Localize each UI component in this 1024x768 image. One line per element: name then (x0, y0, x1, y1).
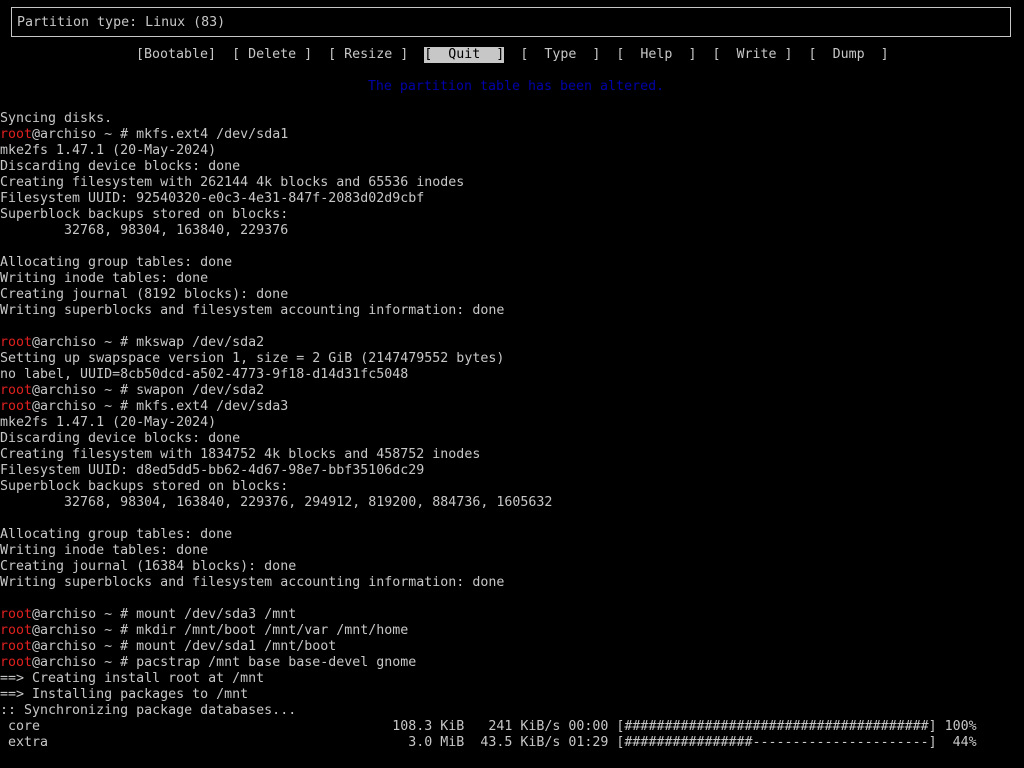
line-text: :: Synchronizing package databases... (0, 703, 297, 718)
menu-help-button[interactable]: [ Help ] (616, 47, 696, 63)
menu-write-button[interactable]: [ Write ] (712, 47, 792, 63)
line-text: mke2fs 1.47.1 (20-May-2024) (0, 143, 217, 158)
line-text: 32768, 98304, 163840, 229376 (0, 223, 289, 238)
line-text: ==> Creating install root at /mnt (0, 671, 265, 686)
status-message: The partition table has been altered. (367, 79, 665, 94)
prompt-line: root@archiso ~ # swapon /dev/sda2 (0, 383, 264, 399)
prompt-user: root (0, 623, 33, 638)
output-line: core 108.3 KiB 241 KiB/s 00:00 [########… (0, 719, 977, 735)
output-line: Creating filesystem with 262144 4k block… (0, 175, 464, 191)
line-text: @archiso ~ # mkdir /mnt/boot /mnt/var /m… (32, 623, 409, 638)
output-line: Creating filesystem with 1834752 4k bloc… (0, 447, 480, 463)
cfdisk-menu: [Bootable] [ Delete ] [ Resize ] [ Quit … (136, 47, 889, 63)
output-line: mke2fs 1.47.1 (20-May-2024) (0, 415, 216, 431)
output-line: Writing superblocks and filesystem accou… (0, 303, 504, 319)
output-line: Superblock backups stored on blocks: (0, 479, 288, 495)
line-text: Filesystem UUID: 92540320-e0c3-4e31-847f… (0, 191, 425, 206)
menu-resize-button[interactable]: [ Resize ] (328, 47, 408, 63)
line-text: Setting up swapspace version 1, size = 2… (0, 351, 505, 366)
line-text: Allocating group tables: done (0, 255, 233, 270)
prompt-line: root@archiso ~ # mkswap /dev/sda2 (0, 335, 264, 351)
prompt-line: root@archiso ~ # mkdir /mnt/boot /mnt/va… (0, 623, 408, 639)
menu-delete-button[interactable]: [ Delete ] (232, 47, 312, 63)
line-text: 32768, 98304, 163840, 229376, 294912, 81… (0, 495, 553, 510)
output-line: ==> Creating install root at /mnt (0, 671, 264, 687)
line-text: ==> Installing packages to /mnt (0, 687, 249, 702)
line-text: Writing inode tables: done (0, 271, 209, 286)
prompt-user: root (0, 607, 33, 622)
line-text: @archiso ~ # pacstrap /mnt base base-dev… (32, 655, 417, 670)
line-text: @archiso ~ # mkfs.ext4 /dev/sda1 (32, 127, 289, 142)
prompt-line: root@archiso ~ # mount /dev/sda1 /mnt/bo… (0, 639, 336, 655)
output-line: 32768, 98304, 163840, 229376 (0, 223, 288, 239)
menu-quit-button[interactable]: [ Quit ] (424, 47, 505, 63)
output-line: Allocating group tables: done (0, 255, 232, 271)
output-line: Creating journal (16384 blocks): done (0, 559, 296, 575)
line-text: no label, UUID=8cb50dcd-a502-4773-9f18-d… (0, 367, 409, 382)
output-line: Filesystem UUID: d8ed5dd5-bb62-4d67-98e7… (0, 463, 424, 479)
output-line: 32768, 98304, 163840, 229376, 294912, 81… (0, 495, 552, 511)
line-text: Superblock backups stored on blocks: (0, 207, 289, 222)
prompt-line: root@archiso ~ # mkfs.ext4 /dev/sda3 (0, 399, 288, 415)
prompt-line: root@archiso ~ # pacstrap /mnt base base… (0, 655, 416, 671)
menu-type-button[interactable]: [ Type ] (520, 47, 600, 63)
line-text: Writing inode tables: done (0, 543, 209, 558)
line-text: mke2fs 1.47.1 (20-May-2024) (0, 415, 217, 430)
output-line: Writing inode tables: done (0, 271, 208, 287)
output-line: mke2fs 1.47.1 (20-May-2024) (0, 143, 216, 159)
output-line: Discarding device blocks: done (0, 159, 240, 175)
line-text: @archiso ~ # mount /dev/sda1 /mnt/boot (32, 639, 337, 654)
prompt-user: root (0, 639, 33, 654)
output-line: ==> Installing packages to /mnt (0, 687, 248, 703)
line-text: @archiso ~ # mkswap /dev/sda2 (32, 335, 265, 350)
output-line: Discarding device blocks: done (0, 431, 240, 447)
line-text: Creating filesystem with 262144 4k block… (0, 175, 465, 190)
partition-type-label: Partition type: Linux (83) (17, 15, 226, 30)
line-text: core 108.3 KiB 241 KiB/s 00:00 [########… (0, 719, 977, 734)
output-line: Superblock backups stored on blocks: (0, 207, 288, 223)
line-text: Filesystem UUID: d8ed5dd5-bb62-4d67-98e7… (0, 463, 425, 478)
output-line: Syncing disks. (0, 111, 112, 127)
prompt-line: root@archiso ~ # mount /dev/sda3 /mnt (0, 607, 296, 623)
line-text: Creating journal (8192 blocks): done (0, 287, 289, 302)
output-line: :: Synchronizing package databases... (0, 703, 296, 719)
line-text: Superblock backups stored on blocks: (0, 479, 289, 494)
partition-type-box: Partition type: Linux (83) (11, 7, 1011, 37)
line-text: Discarding device blocks: done (0, 159, 241, 174)
output-line: Allocating group tables: done (0, 527, 232, 543)
output-line: extra 3.0 MiB 43.5 KiB/s 01:29 [########… (0, 735, 977, 751)
output-line: Writing superblocks and filesystem accou… (0, 575, 504, 591)
menu-bootable-button[interactable]: [Bootable] (136, 47, 216, 63)
line-text: Creating journal (16384 blocks): done (0, 559, 297, 574)
menu-dump-button[interactable]: [ Dump ] (809, 47, 889, 63)
output-line: Filesystem UUID: 92540320-e0c3-4e31-847f… (0, 191, 424, 207)
line-text: @archiso ~ # mount /dev/sda3 /mnt (32, 607, 297, 622)
prompt-user: root (0, 399, 33, 414)
prompt-user: root (0, 127, 33, 142)
output-line: Writing inode tables: done (0, 543, 208, 559)
line-text: Allocating group tables: done (0, 527, 233, 542)
line-text: Syncing disks. (0, 111, 113, 126)
output-line: no label, UUID=8cb50dcd-a502-4773-9f18-d… (0, 367, 408, 383)
line-text: @archiso ~ # swapon /dev/sda2 (32, 383, 265, 398)
output-line: Setting up swapspace version 1, size = 2… (0, 351, 504, 367)
prompt-user: root (0, 335, 33, 350)
line-text: Writing superblocks and filesystem accou… (0, 303, 505, 318)
line-text: Writing superblocks and filesystem accou… (0, 575, 505, 590)
line-text: Creating filesystem with 1834752 4k bloc… (0, 447, 481, 462)
line-text: Discarding device blocks: done (0, 431, 241, 446)
line-text: @archiso ~ # mkfs.ext4 /dev/sda3 (32, 399, 289, 414)
prompt-user: root (0, 655, 33, 670)
prompt-line: root@archiso ~ # mkfs.ext4 /dev/sda1 (0, 127, 288, 143)
line-text: extra 3.0 MiB 43.5 KiB/s 01:29 [########… (0, 735, 977, 750)
prompt-user: root (0, 383, 33, 398)
output-line: Creating journal (8192 blocks): done (0, 287, 288, 303)
